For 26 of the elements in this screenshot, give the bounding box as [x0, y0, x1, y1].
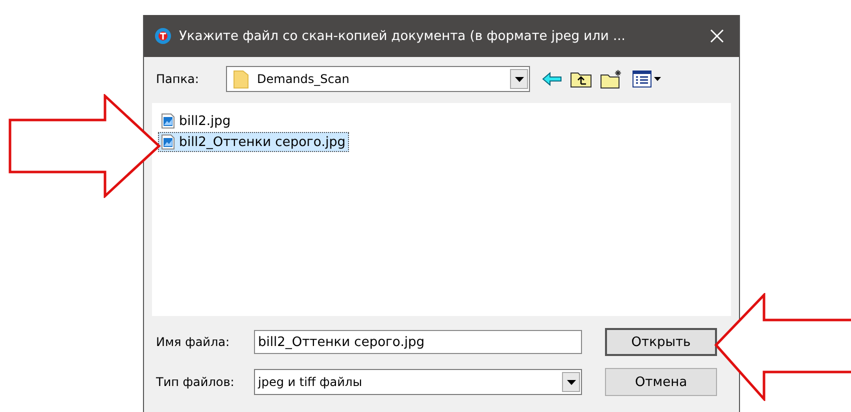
open-button[interactable]: Открыть [605, 328, 717, 356]
caret-icon [514, 76, 524, 82]
view-menu-button[interactable] [632, 70, 662, 88]
file-type-label: Тип файлов: [155, 375, 236, 389]
dropdown-button[interactable] [562, 372, 580, 392]
image-file-icon [161, 113, 175, 129]
file-item[interactable]: bill2.jpg [158, 111, 234, 131]
image-file-icon [161, 134, 175, 150]
file-name-field[interactable]: bill2_Оттенки серого.jpg [254, 330, 582, 354]
file-type-dropdown[interactable]: jpeg и tiff файлы [254, 369, 582, 395]
window-title: Укажите файл со скан-копией документа (в формате jpeg или ... [179, 28, 626, 44]
folder-label: Папка: [155, 72, 200, 86]
back-arrow-icon[interactable] [542, 72, 562, 86]
file-item[interactable]: bill2_Оттенки серого.jpg [158, 132, 349, 152]
close-icon [710, 29, 724, 43]
dropdown-button[interactable] [510, 69, 528, 89]
file-list[interactable]: bill2.jpg bill2_Оттенки серого.jpg [152, 103, 731, 316]
folder-dropdown[interactable]: Demands_Scan [226, 66, 530, 92]
folder-icon [233, 69, 249, 89]
folder-up-icon[interactable] [570, 70, 592, 88]
new-folder-icon[interactable] [600, 69, 624, 89]
app-icon [154, 27, 172, 45]
caret-icon [566, 380, 576, 384]
details-view-icon [632, 70, 662, 88]
file-name-label: Имя файла: [155, 335, 231, 349]
cancel-button[interactable]: Отмена [605, 368, 717, 396]
